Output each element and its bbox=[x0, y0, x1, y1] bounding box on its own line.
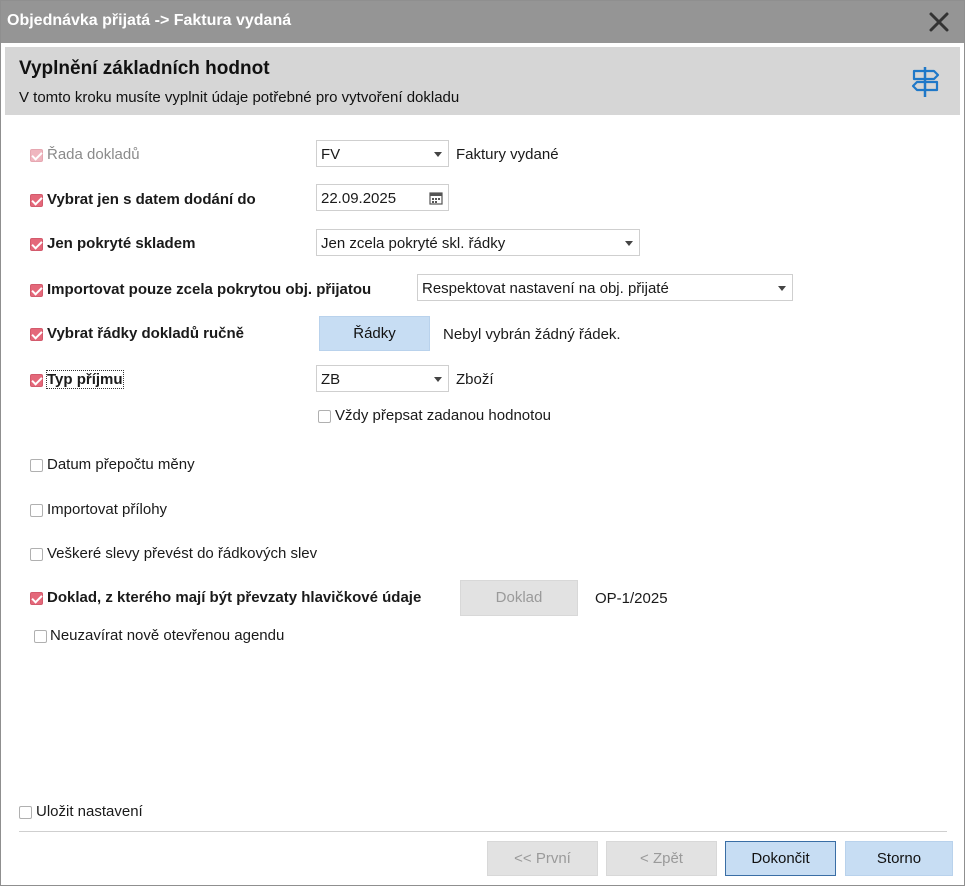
window-title: Objednávka přijatá -> Faktura vydaná bbox=[7, 12, 292, 29]
importovat-prilohy-label: Importovat přílohy bbox=[47, 501, 168, 518]
title-bar: Objednávka přijatá -> Faktura vydaná bbox=[1, 1, 964, 43]
slevy-label: Veškeré slevy převést do řádkových slev bbox=[47, 545, 318, 562]
rada-checkbox[interactable] bbox=[30, 149, 43, 162]
pokryte-skladem-value: Jen zcela pokryté skl. řádky bbox=[321, 235, 506, 252]
typ-prijmu-note: Zboží bbox=[456, 371, 494, 388]
doklad-hlavicka-label: Doklad, z kterého mají být převzaty hlav… bbox=[47, 589, 422, 606]
typ-prijmu-checkbox[interactable] bbox=[30, 374, 43, 387]
vzdy-prepsat-label: Vždy přepsat zadanou hodnotou bbox=[335, 407, 551, 424]
doklad-button[interactable]: Doklad bbox=[460, 580, 578, 616]
typ-prijmu-value: ZB bbox=[321, 371, 341, 388]
rada-select[interactable]: FV bbox=[316, 140, 449, 167]
neuzavirat-checkbox[interactable] bbox=[34, 630, 47, 643]
chevron-down-icon bbox=[434, 377, 442, 382]
importovat-pokrytou-label: Importovat pouze zcela pokrytou obj. při… bbox=[47, 281, 372, 298]
signpost-icon[interactable] bbox=[910, 65, 944, 99]
radky-rucne-label: Vybrat řádky dokladů ručně bbox=[47, 325, 245, 342]
step-header: Vyplnění základních hodnot V tomto kroku… bbox=[5, 47, 960, 115]
datum-dodani-input[interactable]: 22.09.2025 bbox=[316, 184, 449, 211]
calendar-icon[interactable] bbox=[429, 191, 443, 205]
slevy-checkbox[interactable] bbox=[30, 548, 43, 561]
chevron-down-icon bbox=[625, 241, 633, 246]
close-icon[interactable] bbox=[924, 7, 954, 37]
footer-divider bbox=[19, 831, 947, 832]
vzdy-prepsat-checkbox[interactable] bbox=[318, 410, 331, 423]
importovat-pokrytou-value: Respektovat nastavení na obj. přijaté bbox=[422, 280, 669, 297]
step-title: Vyplnění základních hodnot bbox=[19, 58, 270, 79]
ulozit-nastaveni-label: Uložit nastavení bbox=[36, 803, 143, 820]
importovat-prilohy-checkbox[interactable] bbox=[30, 504, 43, 517]
step-subtitle: V tomto kroku musíte vyplnit údaje potře… bbox=[19, 89, 460, 106]
radky-button[interactable]: Řádky bbox=[319, 316, 430, 351]
dialog-window: Objednávka přijatá -> Faktura vydaná Vyp… bbox=[0, 0, 965, 886]
datum-dodani-checkbox[interactable] bbox=[30, 194, 43, 207]
datum-prepoctu-label: Datum přepočtu měny bbox=[47, 456, 195, 473]
rada-label: Řada dokladů bbox=[47, 146, 140, 163]
finish-button[interactable]: Dokončit bbox=[725, 841, 836, 876]
pokryte-skladem-checkbox[interactable] bbox=[30, 238, 43, 251]
datum-dodani-label: Vybrat jen s datem dodání do bbox=[47, 191, 256, 208]
rada-value: FV bbox=[321, 146, 341, 163]
cancel-button[interactable]: Storno bbox=[845, 841, 953, 876]
pokryte-skladem-label: Jen pokryté skladem bbox=[47, 235, 196, 252]
pokryte-skladem-select[interactable]: Jen zcela pokryté skl. řádky bbox=[316, 229, 640, 256]
chevron-down-icon bbox=[778, 286, 786, 291]
ulozit-nastaveni-checkbox[interactable] bbox=[19, 806, 32, 819]
first-button[interactable]: << První bbox=[487, 841, 598, 876]
datum-dodani-value: 22.09.2025 bbox=[321, 190, 397, 207]
radky-rucne-checkbox[interactable] bbox=[30, 328, 43, 341]
doklad-hlavicka-checkbox[interactable] bbox=[30, 592, 43, 605]
importovat-pokrytou-checkbox[interactable] bbox=[30, 284, 43, 297]
typ-prijmu-label: Typ příjmu bbox=[46, 370, 124, 389]
chevron-down-icon bbox=[434, 152, 442, 157]
form-area: Řada dokladů FV Faktury vydané Vybrat je… bbox=[5, 115, 960, 883]
importovat-pokrytou-select[interactable]: Respektovat nastavení na obj. přijaté bbox=[417, 274, 793, 301]
typ-prijmu-select[interactable]: ZB bbox=[316, 365, 449, 392]
rada-note: Faktury vydané bbox=[456, 146, 559, 163]
back-button[interactable]: < Zpět bbox=[606, 841, 717, 876]
doklad-note: OP-1/2025 bbox=[595, 590, 668, 607]
datum-prepoctu-checkbox[interactable] bbox=[30, 459, 43, 472]
radky-note: Nebyl vybrán žádný řádek. bbox=[443, 326, 621, 343]
neuzavirat-label: Neuzavírat nově otevřenou agendu bbox=[50, 627, 285, 644]
